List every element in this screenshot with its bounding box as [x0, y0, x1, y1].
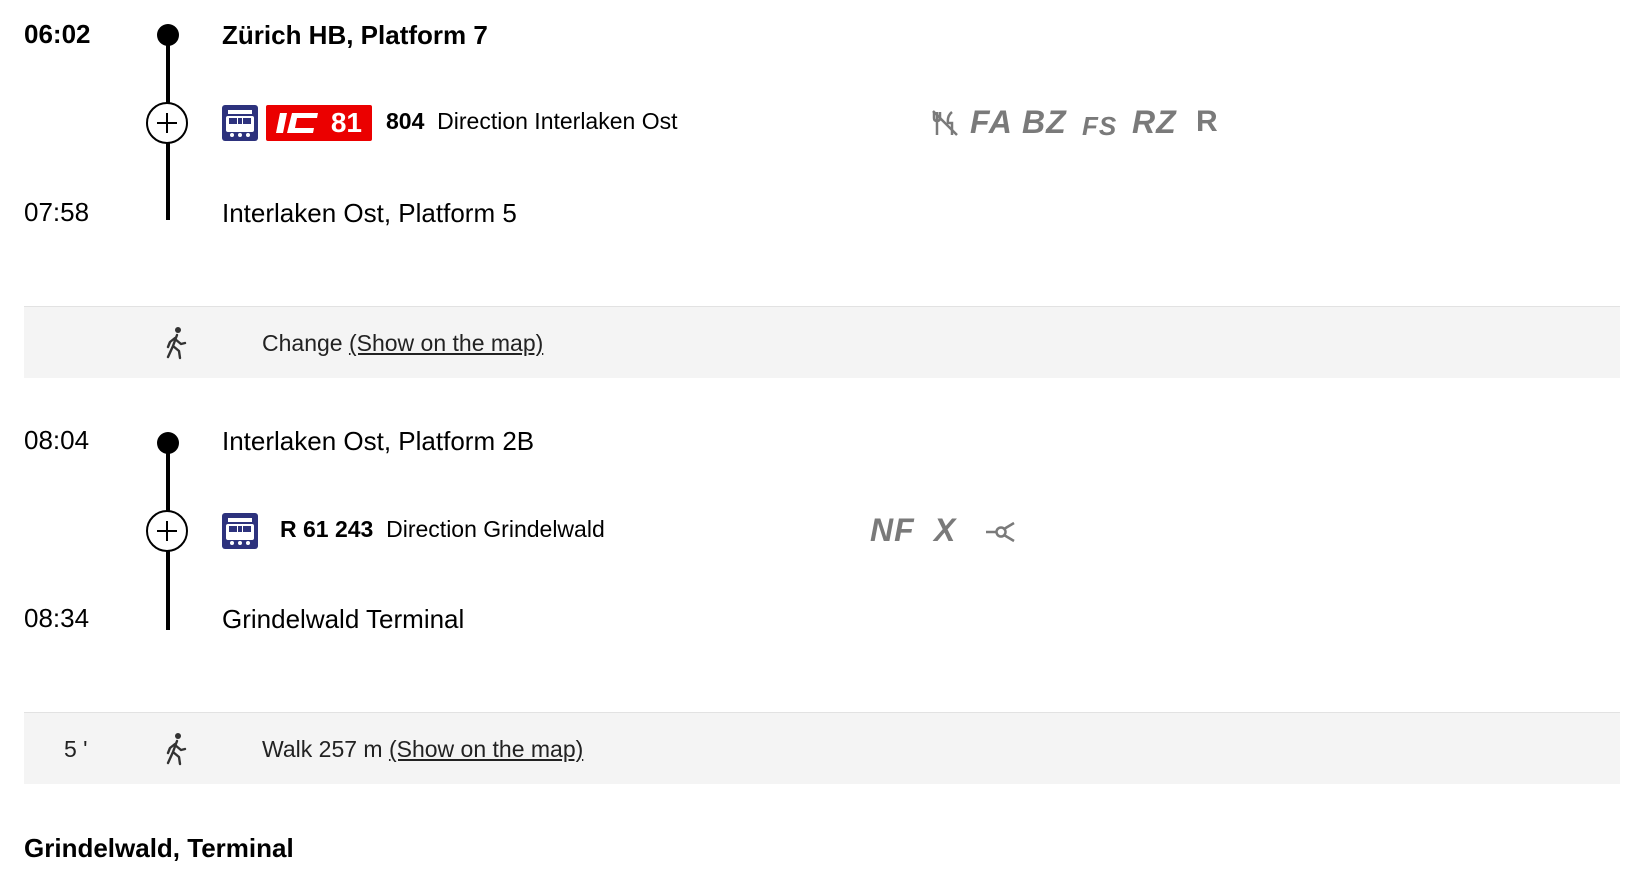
train-icon — [222, 105, 258, 141]
leg1-train-number: 804 — [386, 108, 425, 134]
leg1-direction: Direction Interlaken Ost — [437, 108, 678, 134]
ic-logo-icon — [276, 113, 318, 133]
leg1-expand-button[interactable] — [146, 102, 188, 144]
plus-icon — [157, 113, 177, 133]
leg1-departure-time: 06:02 — [24, 19, 91, 49]
train-icon — [222, 513, 258, 549]
walk-duration: 5 ' — [64, 736, 88, 762]
change-info: Change (Show on the map) — [262, 328, 543, 358]
change-show-on-map-link[interactable]: (Show on the map) — [349, 330, 543, 356]
leg2-arrival-time: 08:34 — [24, 603, 90, 633]
leg1-arrival-time: 07:58 — [24, 197, 90, 227]
leg2-expand-button[interactable] — [146, 510, 188, 552]
attr-bz: BZ — [1022, 104, 1067, 140]
leg2-departure-station[interactable]: Interlaken Ost, Platform 2B — [222, 425, 534, 457]
walk-label: Walk 257 m — [262, 736, 383, 762]
walking-person-icon — [162, 326, 190, 360]
leg1-departure-station[interactable]: Zürich HB, Platform 7 — [222, 19, 488, 51]
leg1-arrival-station[interactable]: Interlaken Ost, Platform 5 — [222, 197, 517, 229]
attr-nf: NF — [870, 512, 915, 548]
leg2-arrival-station[interactable]: Grindelwald Terminal — [222, 603, 464, 635]
attr-fs: FS — [1082, 111, 1118, 141]
change-label: Change — [262, 330, 343, 356]
leg1-train-info[interactable]: 804 Direction Interlaken Ost — [386, 106, 677, 136]
walk-info: Walk 257 m (Show on the map) — [262, 734, 583, 764]
walk-show-on-map-link[interactable]: (Show on the map) — [389, 736, 583, 762]
ic-line-badge[interactable]: 81 — [266, 105, 372, 141]
leg2-direction: Direction Grindelwald — [386, 516, 605, 542]
walking-person-icon — [162, 732, 190, 766]
leg2-train-label: R 61 243 — [280, 516, 374, 542]
attr-x: X — [934, 512, 957, 548]
destination-station: Grindelwald, Terminal — [24, 833, 294, 863]
attr-r: R — [1196, 105, 1219, 138]
leg2-departure-time: 08:04 — [24, 425, 90, 455]
plus-icon — [157, 521, 177, 541]
attr-fa: FA — [970, 104, 1013, 140]
line-number: 81 — [330, 107, 362, 138]
leg2-train-info[interactable]: R 61 243 Direction Grindelwald — [280, 514, 605, 544]
attr-rz: RZ — [1132, 104, 1177, 140]
no-restaurant-icon — [930, 108, 960, 143]
coupling-icon — [984, 520, 1016, 549]
